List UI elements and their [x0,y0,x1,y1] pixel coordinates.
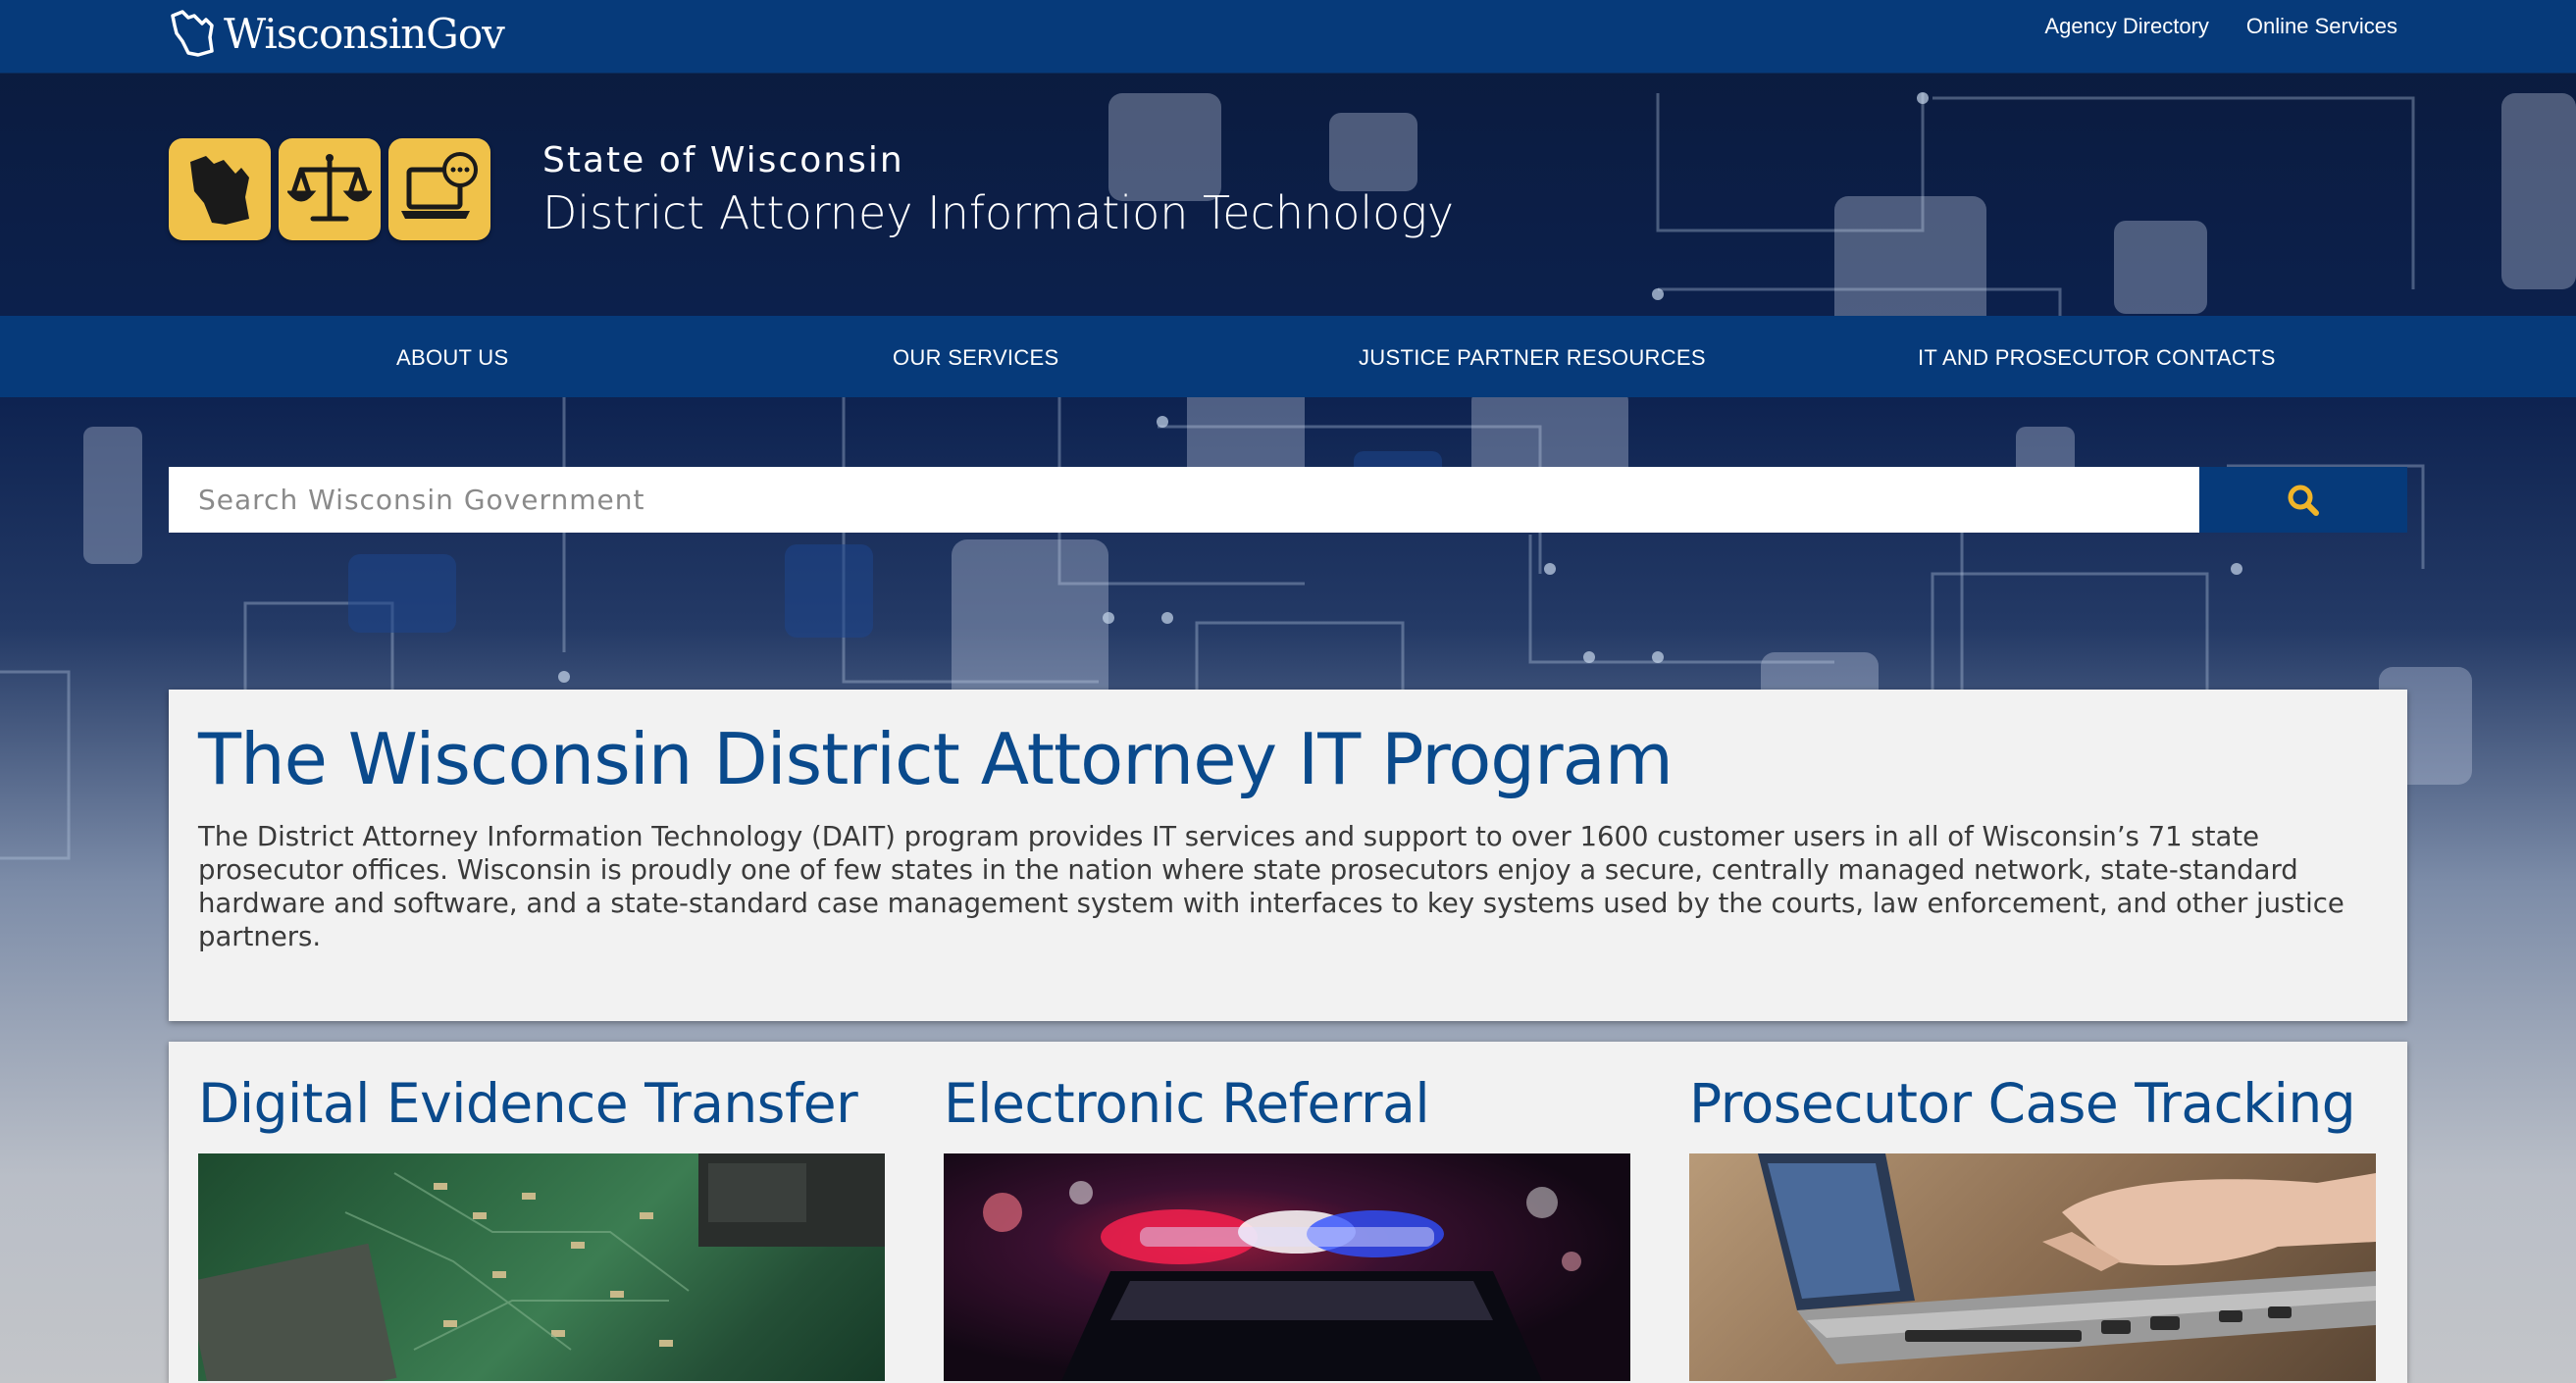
agency-name[interactable]: District Attorney Information Technology [542,186,1454,239]
police-car-art [983,1181,1581,1381]
intro-card: The Wisconsin District Attorney IT Progr… [169,690,2407,1021]
search-bar [169,467,2407,533]
search-icon [2288,485,2319,516]
scales-of-justice-icon [287,154,372,222]
search-button[interactable] [2199,467,2407,533]
nav-it-prosecutor-contacts[interactable]: IT AND PROSECUTOR CONTACTS [1918,345,2276,371]
nav-about-us[interactable]: ABOUT US [396,345,508,371]
wisconsin-outline-icon [171,10,214,57]
feature-electronic-referral[interactable]: Electronic Referral [944,1069,1630,1383]
nav-justice-partner-resources[interactable]: JUSTICE PARTNER RESOURCES [1359,345,1706,371]
badge-wisconsin [169,138,271,240]
feature-title[interactable]: Prosecutor Case Tracking [1689,1069,2376,1138]
badge-technology [388,138,490,240]
top-bar: WisconsinGov Agency Directory Online Ser… [0,0,2576,74]
feature-title[interactable]: Electronic Referral [944,1069,1630,1138]
online-services-link[interactable]: Online Services [2246,14,2397,39]
nav-our-services[interactable]: OUR SERVICES [893,345,1058,371]
laptop-art [1758,1153,2376,1364]
agency-badges[interactable] [169,138,490,240]
feature-title[interactable]: Digital Evidence Transfer [198,1069,885,1138]
feature-digital-evidence[interactable]: Digital Evidence Transfer [198,1069,885,1383]
state-name: State of Wisconsin [542,140,904,180]
wisconsin-map-icon [190,156,249,225]
badge-justice [279,138,381,240]
search-input[interactable] [169,467,2199,533]
agency-directory-link[interactable]: Agency Directory [2044,14,2209,39]
circuit-board-art [198,1153,885,1381]
laptop-typing-photo[interactable] [1689,1153,2376,1381]
laptop-chat-icon [401,152,478,219]
main-nav: ABOUT US OUR SERVICES JUSTICE PARTNER RE… [0,316,2576,397]
intro-body: The District Attorney Information Techno… [198,820,2344,952]
intro-title: The Wisconsin District Attorney IT Progr… [198,718,1674,800]
top-links: Agency Directory Online Services [2044,14,2397,39]
site-header: State of Wisconsin District Attorney Inf… [0,74,2576,316]
circuit-board-photo[interactable] [198,1153,885,1381]
site-title: State of Wisconsin District Attorney Inf… [542,140,1454,239]
feature-cards: Digital Evidence Transfer Electronic Ref… [169,1042,2407,1383]
police-lights-photo[interactable] [944,1153,1630,1381]
wisconsin-gov-logo[interactable]: WisconsinGov [169,6,505,61]
feature-prosecutor-case-tracking[interactable]: Prosecutor Case Tracking [1689,1069,2376,1383]
logo-text: WisconsinGov [224,9,505,58]
